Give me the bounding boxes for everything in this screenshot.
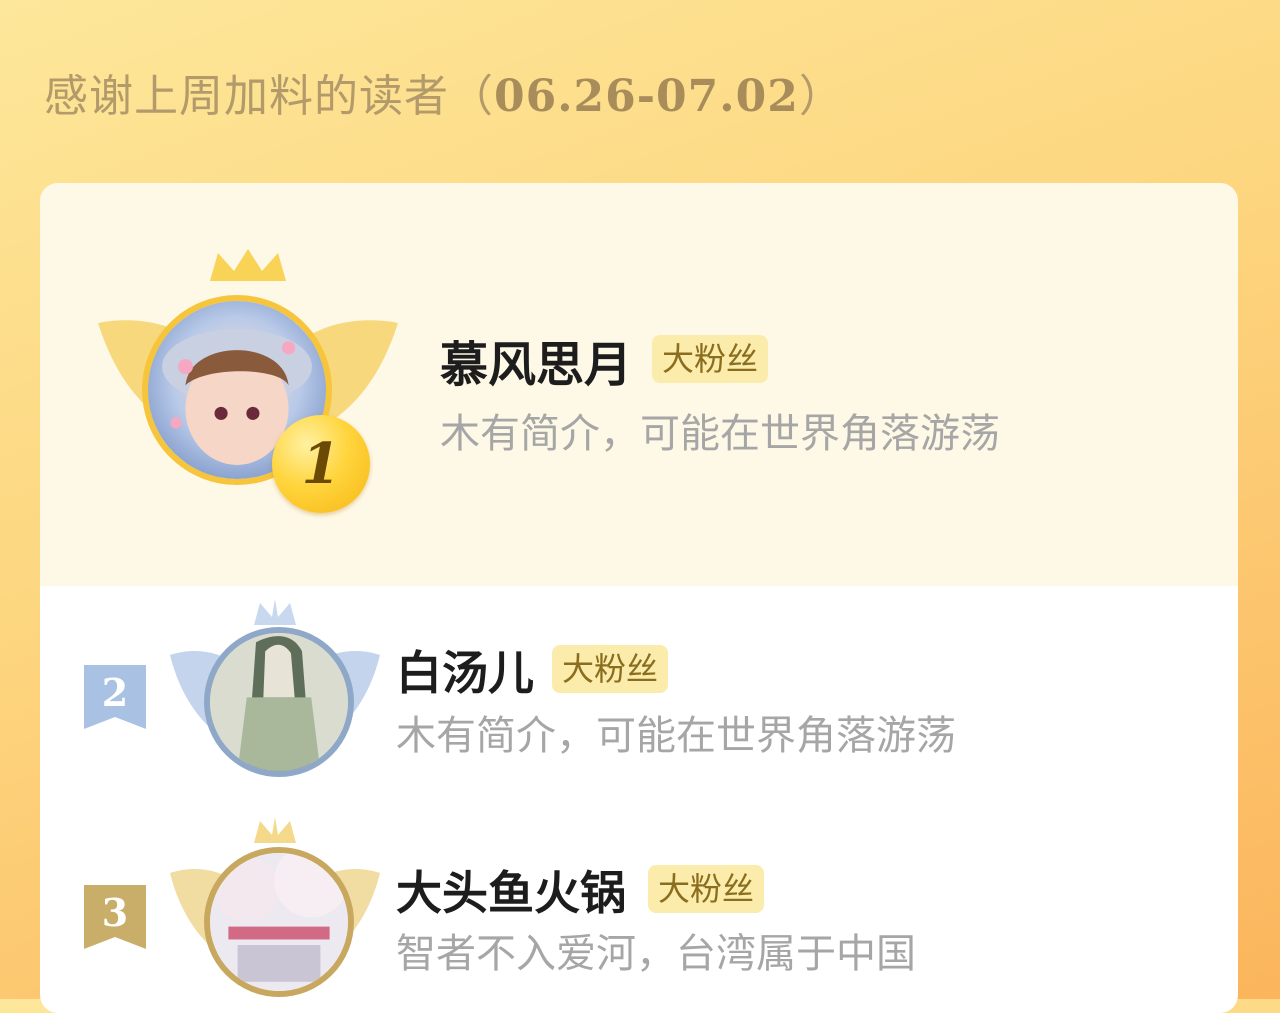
- reader-name[interactable]: 慕风思月: [440, 325, 632, 395]
- reader-bio: 木有简介，可能在世界角落游荡: [440, 411, 1000, 457]
- avatar-image-icon: [210, 633, 348, 771]
- reader-bio: 木有简介，可能在世界角落游荡: [396, 713, 956, 759]
- rank-number: 2: [101, 670, 129, 715]
- rank-number: 3: [101, 890, 129, 935]
- reader-bio: 智者不入爱河，台湾属于中国: [396, 931, 916, 977]
- fan-badge: 大粉丝: [648, 865, 765, 913]
- reader-name[interactable]: 大头鱼火锅: [396, 857, 626, 923]
- rank-1-medal: 1: [272, 415, 370, 513]
- avatar[interactable]: [204, 627, 354, 777]
- reader-name[interactable]: 白汤儿: [396, 637, 534, 703]
- fan-badge: 大粉丝: [652, 335, 769, 383]
- page-title: 感谢上周加料的读者（06.26-07.02）: [44, 71, 844, 122]
- avatar-image-icon: [210, 853, 348, 991]
- fan-badge: 大粉丝: [552, 645, 669, 693]
- avatar[interactable]: [204, 847, 354, 997]
- ranking-card: 1 慕风思月 大粉丝 木有简介，可能在世界角落游荡 2 白汤儿 大粉丝 木有简介…: [40, 183, 1238, 1013]
